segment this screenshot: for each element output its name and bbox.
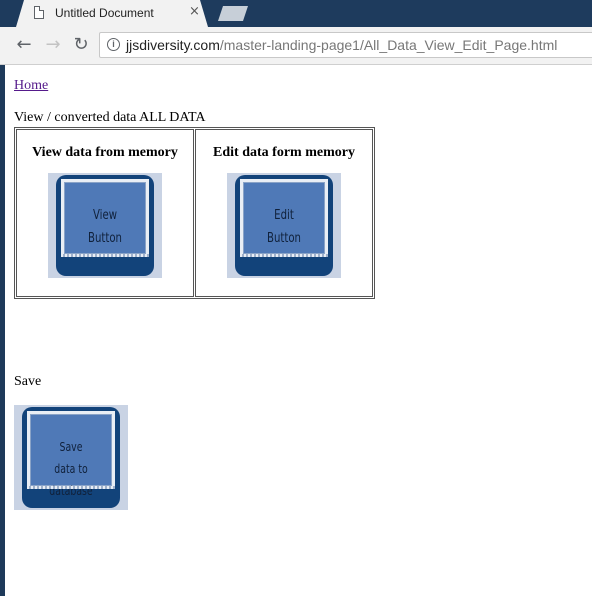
save-to-database-button[interactable]: Save data to database xyxy=(14,405,128,510)
view-cell: View data from memory View Button xyxy=(16,129,194,297)
view-button-label: View Button xyxy=(73,204,137,250)
browser-window: Untitled Document × ← → ↻ i jjsdiversity… xyxy=(0,0,592,596)
reload-icon[interactable]: ↻ xyxy=(68,32,94,58)
view-heading: View data from memory xyxy=(32,145,178,160)
edit-button[interactable]: Edit Button xyxy=(227,173,341,278)
edit-button-face: Edit Button xyxy=(240,179,328,257)
url-path: /master-landing-page1/All_Data_View_Edit… xyxy=(219,37,558,53)
save-button-line2: data to database xyxy=(49,462,93,498)
url-host: jjsdiversity.com xyxy=(126,37,220,53)
save-label: Save xyxy=(14,374,42,389)
tab-title: Untitled Document xyxy=(55,6,154,20)
close-tab-icon[interactable]: × xyxy=(189,4,200,19)
view-button[interactable]: View Button xyxy=(48,173,162,278)
forward-arrow-icon[interactable]: → xyxy=(40,32,66,58)
back-arrow-icon[interactable]: ← xyxy=(11,32,37,58)
save-button-label: Save data to database xyxy=(39,436,103,502)
edit-button-frame: Edit Button xyxy=(235,175,333,276)
browser-toolbar: ← → ↻ i jjsdiversity.com/master-landing-… xyxy=(0,27,592,65)
address-bar[interactable]: i jjsdiversity.com/master-landing-page1/… xyxy=(99,32,592,58)
view-button-line2: Button xyxy=(88,231,122,246)
home-link[interactable]: Home xyxy=(14,78,48,94)
save-button-frame: Save data to database xyxy=(22,407,120,508)
url-text[interactable]: jjsdiversity.com/master-landing-page1/Al… xyxy=(126,37,557,53)
view-button-frame: View Button xyxy=(56,175,154,276)
section-label: View / converted data ALL DATA xyxy=(14,110,206,125)
save-button-face: Save data to database xyxy=(27,411,115,498)
new-tab-button[interactable] xyxy=(218,6,248,21)
edit-heading: Edit data form memory xyxy=(213,145,355,160)
info-icon[interactable]: i xyxy=(107,38,120,51)
browser-tab[interactable]: Untitled Document × xyxy=(16,0,208,27)
actions-table: View data from memory View Button Edit d… xyxy=(14,127,375,299)
edit-button-label: Edit Button xyxy=(252,204,316,250)
save-button-line1: Save xyxy=(59,440,83,454)
edit-button-line1: Edit xyxy=(274,208,294,223)
tab-strip: Untitled Document × xyxy=(0,0,592,27)
view-button-line1: View xyxy=(92,208,118,223)
page-icon xyxy=(34,6,44,19)
edit-button-line2: Button xyxy=(267,231,301,246)
view-button-face: View Button xyxy=(61,179,149,257)
page-content: Home View / converted data ALL DATA View… xyxy=(5,65,592,596)
edit-cell: Edit data form memory Edit Button xyxy=(195,129,373,297)
